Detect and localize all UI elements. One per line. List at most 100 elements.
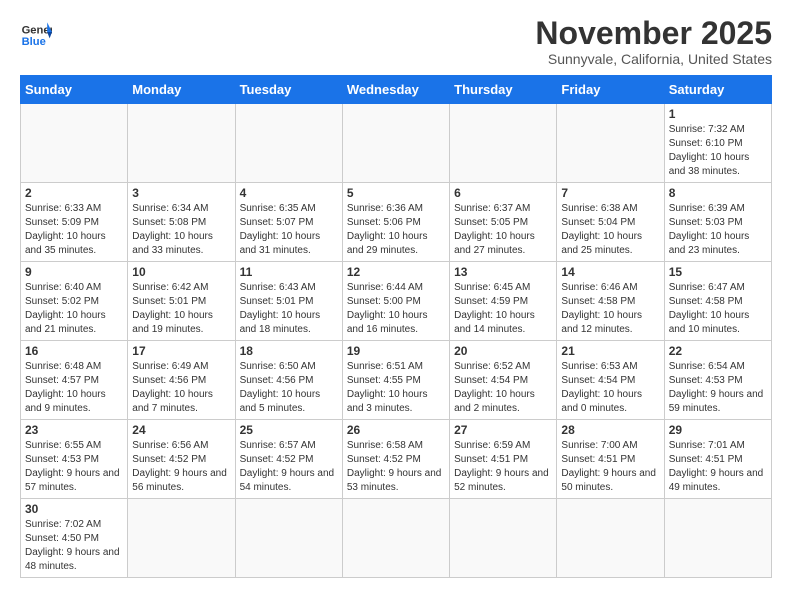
calendar-day-cell <box>450 499 557 578</box>
day-info: Sunrise: 6:48 AMSunset: 4:57 PMDaylight:… <box>25 360 123 416</box>
calendar-day-cell: 26 Sunrise: 6:58 AMSunset: 4:52 PMDayligh… <box>342 420 449 499</box>
day-info: Sunrise: 6:49 AMSunset: 4:56 PMDaylight:… <box>132 360 230 416</box>
calendar-week-row: 23 Sunrise: 6:55 AMSunset: 4:53 PMDayligh… <box>21 420 772 499</box>
day-number: 29 <box>669 423 767 437</box>
day-number: 1 <box>669 107 767 121</box>
day-info: Sunrise: 6:33 AMSunset: 5:09 PMDaylight:… <box>25 202 123 258</box>
calendar-week-row: 1Sunrise: 7:32 AMSunset: 6:10 PMDaylight… <box>21 104 772 183</box>
day-number: 12 <box>347 265 445 279</box>
calendar-week-row: 2 Sunrise: 6:33 AMSunset: 5:09 PMDaylight… <box>21 183 772 262</box>
day-number: 3 <box>132 186 230 200</box>
day-number: 17 <box>132 344 230 358</box>
calendar-day-cell: 20 Sunrise: 6:52 AMSunset: 4:54 PMDayligh… <box>450 341 557 420</box>
calendar-day-cell <box>235 104 342 183</box>
day-number: 11 <box>240 265 338 279</box>
day-info: Sunrise: 6:44 AMSunset: 5:00 PMDaylight:… <box>347 281 445 337</box>
day-info: Sunrise: 6:45 AMSunset: 4:59 PMDaylight:… <box>454 281 552 337</box>
calendar-day-cell: 18Sunrise: 6:50 AMSunset: 4:56 PMDayligh… <box>235 341 342 420</box>
calendar-day-cell: 14Sunrise: 6:46 AMSunset: 4:58 PMDayligh… <box>557 262 664 341</box>
day-info: Sunrise: 6:54 AMSunset: 4:53 PMDaylight:… <box>669 360 767 416</box>
calendar-day-cell: 19Sunrise: 6:51 AMSunset: 4:55 PMDayligh… <box>342 341 449 420</box>
day-number: 15 <box>669 265 767 279</box>
calendar-day-cell: 27Sunrise: 6:59 AMSunset: 4:51 PMDayligh… <box>450 420 557 499</box>
calendar-day-cell: 21Sunrise: 6:53 AMSunset: 4:54 PMDayligh… <box>557 341 664 420</box>
day-number: 28 <box>561 423 659 437</box>
calendar-day-cell: 24Sunrise: 6:56 AMSunset: 4:52 PMDayligh… <box>128 420 235 499</box>
calendar-day-cell: 7Sunrise: 6:38 AMSunset: 5:04 PMDaylight… <box>557 183 664 262</box>
calendar-day-cell <box>557 499 664 578</box>
calendar-day-cell: 8 Sunrise: 6:39 AMSunset: 5:03 PMDaylight… <box>664 183 771 262</box>
calendar-day-cell <box>235 499 342 578</box>
day-info: Sunrise: 6:43 AMSunset: 5:01 PMDaylight:… <box>240 281 338 337</box>
day-info: Sunrise: 6:36 AMSunset: 5:06 PMDaylight:… <box>347 202 445 258</box>
calendar-day-cell: 29 Sunrise: 7:01 AMSunset: 4:51 PMDayligh… <box>664 420 771 499</box>
calendar-day-cell: 13Sunrise: 6:45 AMSunset: 4:59 PMDayligh… <box>450 262 557 341</box>
day-info: Sunrise: 6:58 AMSunset: 4:52 PMDaylight:… <box>347 439 445 495</box>
calendar-day-header: Sunday <box>21 76 128 104</box>
calendar-day-cell: 10 Sunrise: 6:42 AMSunset: 5:01 PMDayligh… <box>128 262 235 341</box>
calendar-day-cell: 4 Sunrise: 6:35 AMSunset: 5:07 PMDaylight… <box>235 183 342 262</box>
title-block: November 2025 Sunnyvale, California, Uni… <box>535 16 772 67</box>
day-number: 26 <box>347 423 445 437</box>
calendar-week-row: 16 Sunrise: 6:48 AMSunset: 4:57 PMDayligh… <box>21 341 772 420</box>
day-number: 20 <box>454 344 552 358</box>
day-info: Sunrise: 6:52 AMSunset: 4:54 PMDaylight:… <box>454 360 552 416</box>
svg-text:Blue: Blue <box>22 36 46 48</box>
day-number: 21 <box>561 344 659 358</box>
calendar-day-cell <box>557 104 664 183</box>
day-info: Sunrise: 6:55 AMSunset: 4:53 PMDaylight:… <box>25 439 123 495</box>
calendar-day-header: Friday <box>557 76 664 104</box>
calendar-day-cell: 25Sunrise: 6:57 AMSunset: 4:52 PMDayligh… <box>235 420 342 499</box>
day-number: 6 <box>454 186 552 200</box>
day-number: 9 <box>25 265 123 279</box>
day-number: 4 <box>240 186 338 200</box>
calendar-day-cell: 2 Sunrise: 6:33 AMSunset: 5:09 PMDaylight… <box>21 183 128 262</box>
calendar-day-cell: 17 Sunrise: 6:49 AMSunset: 4:56 PMDayligh… <box>128 341 235 420</box>
calendar-day-cell <box>450 104 557 183</box>
month-title: November 2025 <box>535 16 772 51</box>
day-number: 8 <box>669 186 767 200</box>
logo-icon: General Blue <box>20 16 52 48</box>
calendar-day-cell <box>342 499 449 578</box>
header: General Blue November 2025 Sunnyvale, Ca… <box>20 16 772 67</box>
day-number: 30 <box>25 502 123 516</box>
calendar-week-row: 9Sunrise: 6:40 AMSunset: 5:02 PMDaylight… <box>21 262 772 341</box>
day-info: Sunrise: 6:42 AMSunset: 5:01 PMDaylight:… <box>132 281 230 337</box>
calendar-day-header: Saturday <box>664 76 771 104</box>
calendar-day-cell: 1Sunrise: 7:32 AMSunset: 6:10 PMDaylight… <box>664 104 771 183</box>
location: Sunnyvale, California, United States <box>535 51 772 67</box>
calendar-day-cell <box>342 104 449 183</box>
calendar-day-cell: 9Sunrise: 6:40 AMSunset: 5:02 PMDaylight… <box>21 262 128 341</box>
day-info: Sunrise: 6:51 AMSunset: 4:55 PMDaylight:… <box>347 360 445 416</box>
calendar-day-cell: 12 Sunrise: 6:44 AMSunset: 5:00 PMDayligh… <box>342 262 449 341</box>
day-info: Sunrise: 6:47 AMSunset: 4:58 PMDaylight:… <box>669 281 767 337</box>
day-info: Sunrise: 6:35 AMSunset: 5:07 PMDaylight:… <box>240 202 338 258</box>
calendar-day-cell: 30 Sunrise: 7:02 AMSunset: 4:50 PMDayligh… <box>21 499 128 578</box>
day-info: Sunrise: 6:34 AMSunset: 5:08 PMDaylight:… <box>132 202 230 258</box>
day-number: 18 <box>240 344 338 358</box>
day-info: Sunrise: 6:37 AMSunset: 5:05 PMDaylight:… <box>454 202 552 258</box>
calendar: SundayMondayTuesdayWednesdayThursdayFrid… <box>20 75 772 578</box>
day-number: 2 <box>25 186 123 200</box>
day-info: Sunrise: 7:01 AMSunset: 4:51 PMDaylight:… <box>669 439 767 495</box>
day-number: 7 <box>561 186 659 200</box>
day-number: 22 <box>669 344 767 358</box>
calendar-day-cell: 23 Sunrise: 6:55 AMSunset: 4:53 PMDayligh… <box>21 420 128 499</box>
day-info: Sunrise: 6:59 AMSunset: 4:51 PMDaylight:… <box>454 439 552 495</box>
page: General Blue November 2025 Sunnyvale, Ca… <box>0 0 792 612</box>
day-info: Sunrise: 6:56 AMSunset: 4:52 PMDaylight:… <box>132 439 230 495</box>
day-number: 14 <box>561 265 659 279</box>
calendar-day-cell: 28 Sunrise: 7:00 AMSunset: 4:51 PMDayligh… <box>557 420 664 499</box>
calendar-day-cell: 3 Sunrise: 6:34 AMSunset: 5:08 PMDaylight… <box>128 183 235 262</box>
calendar-day-cell: 6 Sunrise: 6:37 AMSunset: 5:05 PMDaylight… <box>450 183 557 262</box>
day-number: 10 <box>132 265 230 279</box>
day-number: 23 <box>25 423 123 437</box>
calendar-week-row: 30 Sunrise: 7:02 AMSunset: 4:50 PMDayligh… <box>21 499 772 578</box>
day-info: Sunrise: 6:39 AMSunset: 5:03 PMDaylight:… <box>669 202 767 258</box>
day-info: Sunrise: 7:02 AMSunset: 4:50 PMDaylight:… <box>25 518 123 574</box>
day-info: Sunrise: 7:00 AMSunset: 4:51 PMDaylight:… <box>561 439 659 495</box>
calendar-day-cell <box>664 499 771 578</box>
day-number: 16 <box>25 344 123 358</box>
calendar-day-header: Monday <box>128 76 235 104</box>
calendar-day-cell: 5Sunrise: 6:36 AMSunset: 5:06 PMDaylight… <box>342 183 449 262</box>
